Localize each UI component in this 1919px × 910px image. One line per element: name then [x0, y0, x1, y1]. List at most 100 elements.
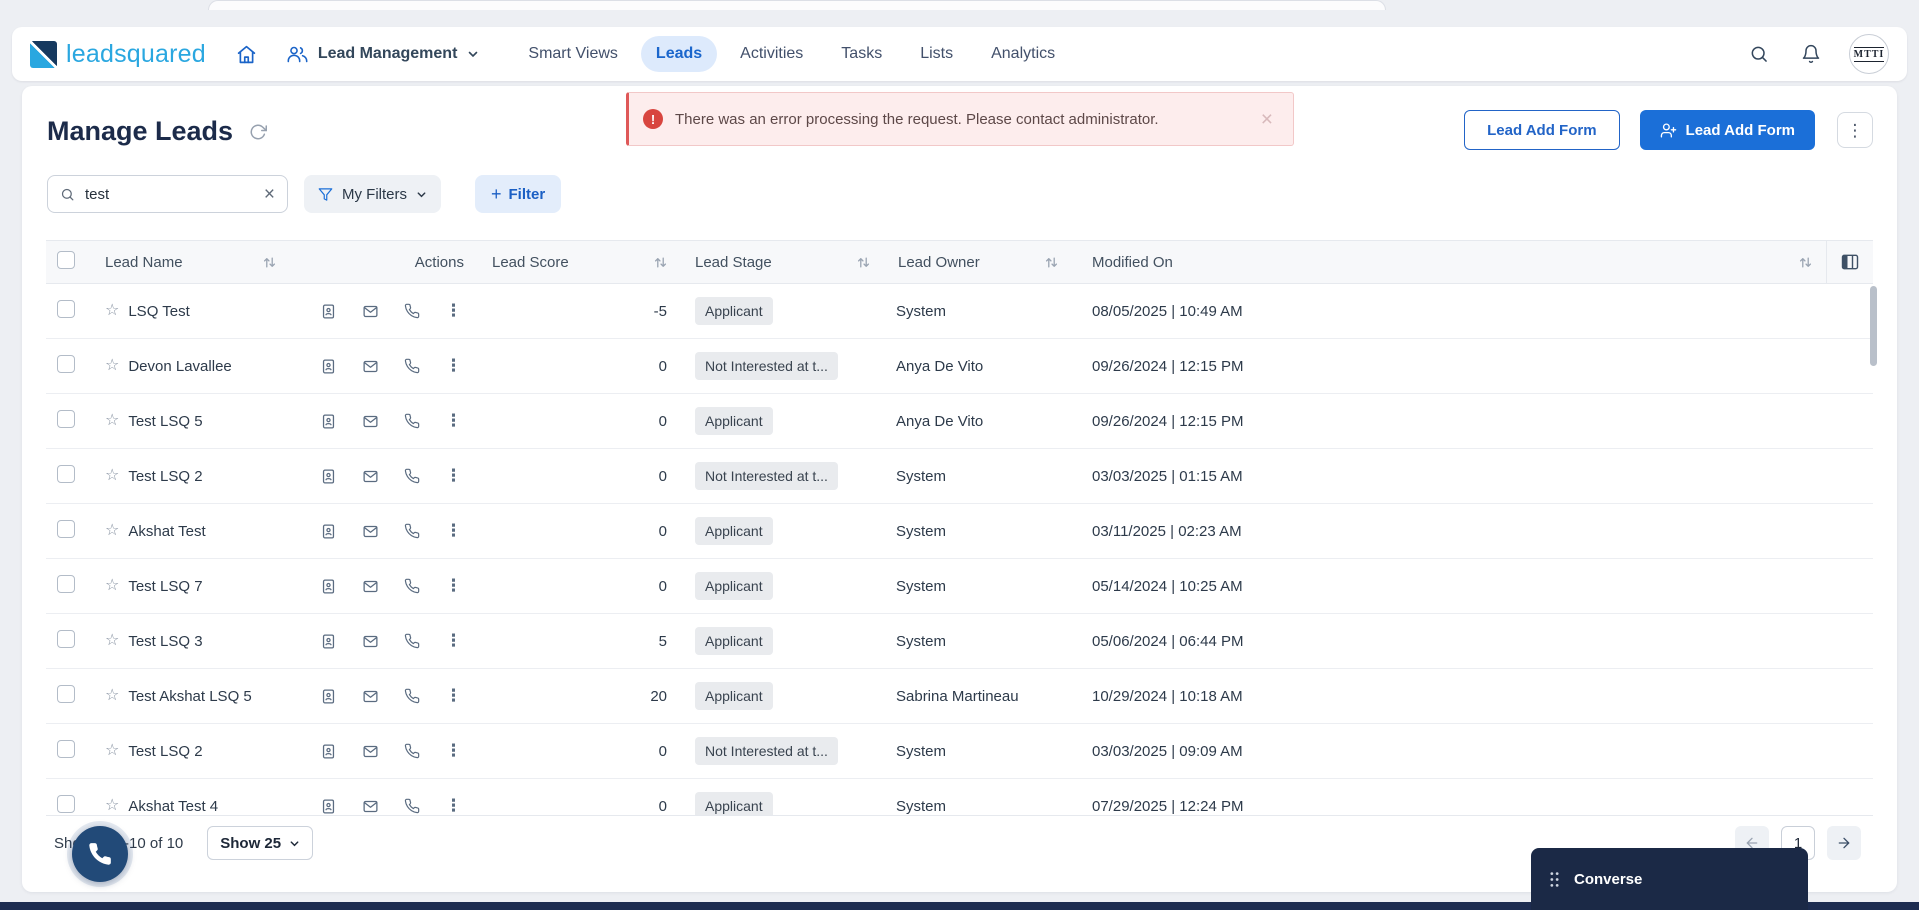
nav-tab-activities[interactable]: Activities	[725, 36, 818, 72]
email-icon[interactable]	[362, 633, 379, 650]
row-kebab-icon[interactable]: ⋮	[445, 466, 462, 486]
row-kebab-icon[interactable]: ⋮	[445, 741, 462, 761]
star-icon[interactable]: ☆	[105, 743, 119, 759]
row-checkbox[interactable]	[57, 355, 75, 373]
row-kebab-icon[interactable]: ⋮	[445, 301, 462, 321]
error-close-button[interactable]: ×	[1255, 108, 1279, 131]
more-actions-button[interactable]: ⋮	[1837, 112, 1873, 148]
row-checkbox[interactable]	[57, 685, 75, 703]
row-checkbox[interactable]	[57, 520, 75, 538]
lead-name[interactable]: Test LSQ 5	[128, 413, 202, 430]
search-input[interactable]	[83, 184, 256, 204]
row-checkbox[interactable]	[57, 740, 75, 758]
phone-icon[interactable]	[404, 523, 420, 539]
row-kebab-icon[interactable]: ⋮	[445, 411, 462, 431]
row-kebab-icon[interactable]: ⋮	[445, 356, 462, 376]
star-icon[interactable]: ☆	[105, 413, 119, 429]
phone-icon[interactable]	[404, 798, 420, 814]
select-all-checkbox[interactable]	[57, 251, 75, 269]
lead-name[interactable]: LSQ Test	[128, 303, 189, 320]
home-button[interactable]	[232, 40, 261, 69]
nav-tab-lists[interactable]: Lists	[905, 36, 968, 72]
phone-icon[interactable]	[404, 578, 420, 594]
star-icon[interactable]: ☆	[105, 798, 119, 814]
row-kebab-icon[interactable]: ⋮	[445, 796, 462, 815]
sort-icon[interactable]	[1045, 256, 1058, 269]
row-checkbox[interactable]	[57, 630, 75, 648]
phone-icon[interactable]	[404, 358, 420, 374]
email-icon[interactable]	[362, 413, 379, 430]
next-page-button[interactable]	[1827, 826, 1861, 860]
nav-tab-analytics[interactable]: Analytics	[976, 36, 1070, 72]
lead-card-icon[interactable]	[320, 303, 337, 320]
phone-icon[interactable]	[404, 468, 420, 484]
lead-card-icon[interactable]	[320, 743, 337, 760]
call-fab-button[interactable]	[72, 826, 128, 882]
row-kebab-icon[interactable]: ⋮	[445, 631, 462, 651]
my-filters-dropdown[interactable]: My Filters	[304, 175, 441, 213]
lead-name[interactable]: Test Akshat LSQ 5	[128, 688, 251, 705]
email-icon[interactable]	[362, 743, 379, 760]
nav-tab-tasks[interactable]: Tasks	[826, 36, 897, 72]
row-kebab-icon[interactable]: ⋮	[445, 686, 462, 706]
notifications-button[interactable]	[1797, 40, 1825, 68]
row-checkbox[interactable]	[57, 575, 75, 593]
lead-card-icon[interactable]	[320, 798, 337, 815]
sort-icon[interactable]	[263, 256, 276, 269]
column-settings-button[interactable]	[1826, 241, 1873, 283]
page-size-select[interactable]: Show 25	[207, 826, 314, 860]
phone-icon[interactable]	[404, 413, 420, 429]
row-checkbox[interactable]	[57, 795, 75, 813]
lead-add-form-secondary-button[interactable]: Lead Add Form	[1464, 110, 1620, 150]
lead-card-icon[interactable]	[320, 468, 337, 485]
star-icon[interactable]: ☆	[105, 633, 119, 649]
lead-card-icon[interactable]	[320, 578, 337, 595]
lead-card-icon[interactable]	[320, 633, 337, 650]
star-icon[interactable]: ☆	[105, 303, 119, 319]
lead-name[interactable]: Test LSQ 2	[128, 743, 202, 760]
star-icon[interactable]: ☆	[105, 523, 119, 539]
email-icon[interactable]	[362, 798, 379, 815]
email-icon[interactable]	[362, 523, 379, 540]
lead-card-icon[interactable]	[320, 413, 337, 430]
lead-card-icon[interactable]	[320, 358, 337, 375]
account-avatar[interactable]: MTTI	[1849, 34, 1889, 74]
row-kebab-icon[interactable]: ⋮	[445, 576, 462, 596]
lead-name[interactable]: Test LSQ 3	[128, 633, 202, 650]
lead-add-form-primary-button[interactable]: Lead Add Form	[1639, 110, 1815, 150]
nav-tab-smart-views[interactable]: Smart Views	[513, 36, 633, 72]
phone-icon[interactable]	[404, 633, 420, 649]
search-clear-button[interactable]: ×	[264, 185, 275, 204]
sort-icon[interactable]	[1799, 256, 1812, 269]
app-selector-dropdown[interactable]: Lead Management	[287, 44, 480, 65]
phone-icon[interactable]	[404, 743, 420, 759]
row-kebab-icon[interactable]: ⋮	[445, 521, 462, 541]
sort-icon[interactable]	[654, 256, 667, 269]
refresh-button[interactable]	[249, 123, 268, 141]
lead-name[interactable]: Test LSQ 2	[128, 468, 202, 485]
star-icon[interactable]: ☆	[105, 468, 119, 484]
phone-icon[interactable]	[404, 688, 420, 704]
email-icon[interactable]	[362, 303, 379, 320]
lead-name[interactable]: Akshat Test 4	[128, 798, 218, 815]
email-icon[interactable]	[362, 688, 379, 705]
lead-card-icon[interactable]	[320, 523, 337, 540]
nav-tab-leads[interactable]: Leads	[640, 36, 718, 72]
row-checkbox[interactable]	[57, 465, 75, 483]
lead-name[interactable]: Akshat Test	[128, 523, 205, 540]
lead-name[interactable]: Test LSQ 7	[128, 578, 202, 595]
search-button[interactable]	[1745, 40, 1773, 68]
email-icon[interactable]	[362, 358, 379, 375]
phone-icon[interactable]	[404, 303, 420, 319]
email-icon[interactable]	[362, 468, 379, 485]
row-checkbox[interactable]	[57, 410, 75, 428]
leadsquared-logo[interactable]: leadsquared	[30, 40, 206, 69]
sort-icon[interactable]	[857, 256, 870, 269]
add-filter-button[interactable]: + Filter	[475, 175, 562, 213]
star-icon[interactable]: ☆	[105, 578, 119, 594]
converse-dock[interactable]: Converse	[1531, 848, 1808, 910]
email-icon[interactable]	[362, 578, 379, 595]
star-icon[interactable]: ☆	[105, 358, 119, 374]
star-icon[interactable]: ☆	[105, 688, 119, 704]
lead-name[interactable]: Devon Lavallee	[128, 358, 231, 375]
